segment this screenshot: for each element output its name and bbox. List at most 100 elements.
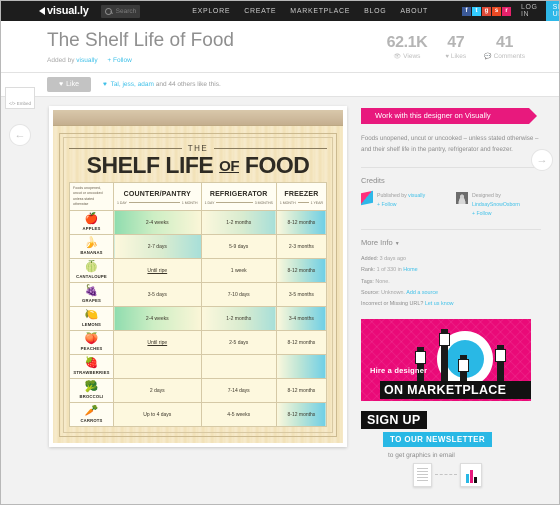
food-icon: 🍋 xyxy=(84,309,99,322)
food-cell: 🍇 GRAPES xyxy=(69,282,114,308)
column-header-freezer: FREEZER 1 MONTH 1 YEAR xyxy=(275,181,328,212)
column-scale: 1 DAY 1 MONTH xyxy=(114,198,201,207)
follow-author-link[interactable]: + Follow xyxy=(107,57,131,64)
twitter-icon[interactable]: t xyxy=(472,6,482,16)
work-with-designer-banner[interactable]: Work with this designer on Visually xyxy=(361,107,537,124)
meta-label: Rank: xyxy=(361,267,376,274)
cell-freezer: 8-12 months xyxy=(275,330,328,356)
added-by-label: Added by xyxy=(47,56,75,64)
cell-pantry: 3-5 days xyxy=(113,282,202,308)
food-icon: 🍓 xyxy=(84,357,99,370)
facebook-icon[interactable]: f xyxy=(462,6,472,16)
meta-row: Tags: None. xyxy=(361,277,541,288)
more-info-title[interactable]: More Info ▼ xyxy=(361,238,541,247)
stumbleupon-icon[interactable]: s xyxy=(492,6,502,16)
like-button-label: Like xyxy=(66,80,79,88)
designer-link[interactable]: LindsaySnowOsborn xyxy=(472,202,520,208)
cell-freezer: 8-12 months xyxy=(275,258,328,284)
food-cell: 🍋 LEMONS xyxy=(69,306,114,332)
more-info-label: More Info xyxy=(361,238,393,248)
nav-item-explore[interactable]: EXPLORE xyxy=(192,8,230,15)
food-name: LEMONS xyxy=(81,322,102,328)
cell-fridge: 2-5 days xyxy=(200,330,277,356)
description-text: Foods unopened, uncut or uncooked – unle… xyxy=(361,134,539,154)
table-header-row: Foods unopened, uncut or uncooked unless… xyxy=(69,181,328,212)
food-icon: 🍇 xyxy=(84,285,99,298)
search-input[interactable]: Search xyxy=(100,4,141,18)
title-bar: The Shelf Life of Food Added by visually… xyxy=(1,21,559,73)
inner-frame: THE SHELF LIFE OF FOOD Foods unopened, u… xyxy=(63,136,333,434)
nav-item-marketplace[interactable]: MARKETPLACE xyxy=(290,8,350,15)
heart-icon: ♥ xyxy=(59,80,64,88)
meta-value: Unknown. xyxy=(381,289,406,296)
title-main: SHELF LIFE xyxy=(86,151,214,178)
likers-suffix: and 44 others like this. xyxy=(155,80,221,88)
rss-icon[interactable]: r xyxy=(502,6,512,16)
meta-link[interactable]: Let us know xyxy=(425,301,454,307)
cell-pantry: Until ripe xyxy=(113,258,202,284)
meta-label: Source: xyxy=(361,289,380,296)
ad-hire-text: Hire a designer xyxy=(370,365,428,375)
scale-start: 1 DAY xyxy=(117,200,127,205)
newsletter-signup[interactable]: SIGN UP TO OUR NEWSLETTER to get graphic… xyxy=(361,410,531,487)
newsletter-tagline: to get graphics in email xyxy=(388,451,455,459)
next-graphic-button[interactable]: → xyxy=(531,149,553,171)
table-row: 🥕 CARROTS Up to 4 days 4-5 weeks 8-12 months xyxy=(69,402,328,428)
credit-publisher: Published by visually + Follow xyxy=(361,190,446,219)
published-label: Published by xyxy=(377,192,407,199)
food-name: APPLES xyxy=(82,226,101,232)
byline: Added by visually + Follow xyxy=(47,57,234,64)
designer-text: Designed by LindsaySnowOsborn + Follow xyxy=(472,192,520,219)
food-icon: 🍌 xyxy=(84,237,99,250)
visually-logo[interactable]: visual.ly xyxy=(39,5,89,17)
nav-item-create[interactable]: CREATE xyxy=(244,8,276,15)
likes-count: 47 xyxy=(447,34,465,51)
infographic-image[interactable]: THE SHELF LIFE OF FOOD Foods unopened, u… xyxy=(49,105,347,448)
cell-freezer xyxy=(275,354,328,380)
heart-icon: ♥ xyxy=(103,80,107,88)
meta-value: None. xyxy=(375,278,390,285)
cell-fridge: 1-2 months xyxy=(200,210,277,236)
meta-link[interactable]: Home xyxy=(403,267,417,273)
scale-end: 1 YEAR xyxy=(310,200,323,205)
credits-group: Published by visually + Follow Designed … xyxy=(361,190,541,219)
table-note: Foods unopened, uncut or uncooked unless… xyxy=(69,181,114,212)
meta-link[interactable]: Add a source xyxy=(406,290,438,296)
title-end: FOOD xyxy=(244,151,310,178)
food-cell: 🥕 CARROTS xyxy=(69,402,114,428)
signup-button[interactable]: SIGN UP xyxy=(545,1,559,21)
food-icon: 🥕 xyxy=(84,405,99,418)
cell-pantry: 2-7 days xyxy=(113,234,202,260)
googleplus-icon[interactable]: g xyxy=(482,6,492,16)
prev-graphic-button[interactable]: ← xyxy=(9,123,31,146)
title-of: OF xyxy=(219,157,239,175)
table-row: 🍈 CANTALOUPE Until ripe 1 week 8-12 months xyxy=(69,258,328,284)
table-row: 🥦 BROCCOLI 2 days 7-14 days 8-12 months xyxy=(69,378,328,404)
board-top-strip xyxy=(53,109,343,126)
newsletter-signup-label[interactable]: SIGN UP xyxy=(361,410,427,429)
credits-title: Credits xyxy=(361,175,385,185)
nav-item-blog[interactable]: BLOG xyxy=(364,8,386,15)
marketplace-ad[interactable]: Hire a designer ON MARKETPLACE xyxy=(361,318,531,401)
embed-button[interactable]: </> Embed xyxy=(5,86,35,109)
shelf-life-table: Foods unopened, uncut or uncooked unless… xyxy=(69,181,328,428)
embed-label: </> Embed xyxy=(8,100,32,106)
likers-names[interactable]: Tal, jess, adam xyxy=(111,81,154,88)
follow-designer-link[interactable]: + Follow xyxy=(472,211,491,217)
follow-publisher-link[interactable]: + Follow xyxy=(377,202,396,208)
food-icon: 🍎 xyxy=(84,213,99,226)
publisher-link[interactable]: visually xyxy=(408,193,425,199)
author-link[interactable]: visually xyxy=(76,57,97,64)
stat-likes: 47 ♥ Likes xyxy=(445,34,466,60)
like-button[interactable]: ♥ Like xyxy=(47,76,91,92)
chevron-down-icon: ▼ xyxy=(394,241,400,248)
content-body: </> Embed ← THE SHELF LIFE OF FOOD Foods… xyxy=(1,86,559,487)
nav-item-about[interactable]: ABOUT xyxy=(400,8,428,15)
food-icon: 🍈 xyxy=(84,261,99,274)
divider xyxy=(361,166,541,168)
designed-label: Designed by xyxy=(472,192,501,199)
food-cell: 🥦 BROCCOLI xyxy=(69,378,114,404)
chart-document-icon xyxy=(460,462,482,487)
login-link[interactable]: LOG IN xyxy=(521,4,538,18)
meta-row: Added: 3 days ago xyxy=(361,254,541,265)
